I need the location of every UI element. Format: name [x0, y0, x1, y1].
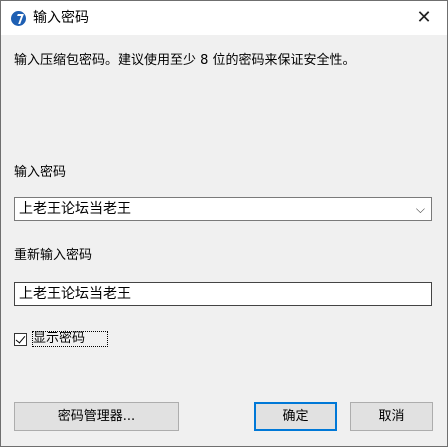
description-text: 输入压缩包密码。建议使用至少 8 位的密码来保证安全性。: [14, 53, 356, 68]
cancel-button[interactable]: 取消: [350, 402, 433, 431]
confirm-password-label: 重新输入密码: [14, 248, 93, 263]
chevron-down-icon[interactable]: ⌵: [416, 201, 425, 217]
password-manager-button[interactable]: 密码管理器...: [14, 402, 179, 431]
password-dialog: 输入密码 ✕ 输入压缩包密码。建议使用至少 8 位的密码来保证安全性。 输入密码…: [0, 0, 448, 447]
window-title: 输入密码: [33, 10, 89, 26]
password-label: 输入密码: [14, 165, 67, 180]
ok-button[interactable]: 确定: [254, 402, 337, 431]
confirm-password-value: 上老王论坛当老王: [19, 286, 131, 302]
show-password-label[interactable]: 显示密码: [33, 331, 85, 347]
app-logo-icon: [11, 11, 26, 26]
title-bar: 输入密码 ✕: [1, 1, 447, 35]
confirm-password-field[interactable]: 上老王论坛当老王: [14, 282, 432, 306]
password-value: 上老王论坛当老王: [19, 201, 131, 217]
password-field[interactable]: 上老王论坛当老王 ⌵: [14, 197, 432, 221]
show-password-checkbox[interactable]: [14, 333, 27, 346]
close-icon[interactable]: ✕: [401, 1, 447, 35]
